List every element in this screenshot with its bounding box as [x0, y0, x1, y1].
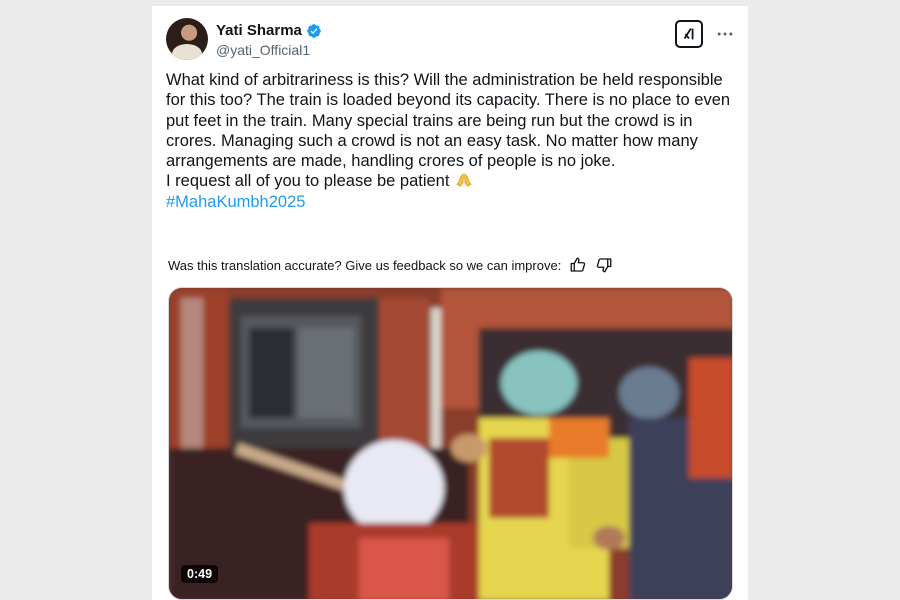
tweet-paragraph: What kind of arbitrariness is this? Will…	[166, 71, 731, 171]
author-handle[interactable]: @yati_Official1	[216, 42, 310, 58]
author-name[interactable]: Yati Sharma	[216, 22, 302, 39]
thumbs-down-icon[interactable]	[595, 256, 613, 274]
video-frame	[169, 288, 732, 599]
grok-icon[interactable]	[675, 20, 703, 48]
tweet-card: Yati Sharma @yati_Official1 What kind of…	[152, 6, 748, 600]
verified-badge-icon	[306, 23, 322, 39]
thumbs-up-icon[interactable]	[569, 256, 587, 274]
tweet-text: What kind of arbitrariness is this? Will…	[166, 70, 736, 212]
author-name-row: Yati Sharma	[216, 22, 322, 39]
video-duration: 0:49	[181, 565, 219, 583]
hashtag-link[interactable]: #MahaKumbh2025	[166, 193, 305, 211]
translation-feedback: Was this translation accurate? Give us f…	[168, 256, 613, 274]
folded-hands-emoji	[454, 172, 474, 188]
translation-feedback-prompt: Was this translation accurate? Give us f…	[168, 257, 562, 273]
tweet-paragraph-request: I request all of you to please be patien…	[166, 171, 736, 191]
tweet-request-text: I request all of you to please be patien…	[166, 172, 450, 191]
avatar[interactable]	[166, 18, 208, 60]
more-options-icon[interactable]	[713, 22, 737, 46]
video-player[interactable]: 0:49	[168, 287, 733, 600]
